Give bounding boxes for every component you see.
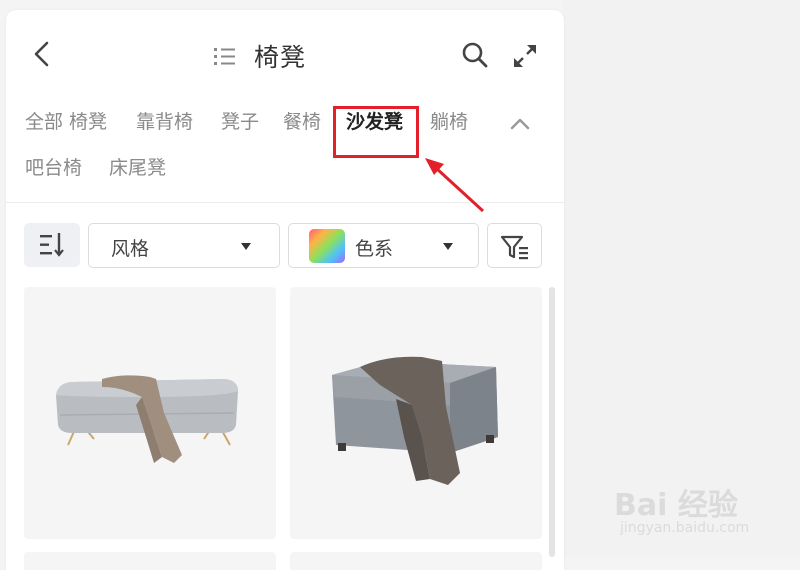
product-card-bench[interactable] (24, 287, 276, 539)
color-dropdown-label: 色系 (355, 238, 394, 260)
chevron-left-icon (34, 41, 49, 67)
caret-down-icon (443, 243, 453, 250)
product-card-row2-left[interactable] (24, 552, 276, 570)
color-dropdown[interactable]: 色系 (288, 223, 479, 268)
color-swatch-icon (309, 229, 345, 263)
title-group: 椅凳 (212, 40, 306, 72)
tab-lounge-chair[interactable]: 躺椅 (430, 108, 468, 136)
product-card-ottoman[interactable] (290, 287, 542, 539)
search-button[interactable] (460, 40, 490, 70)
category-panel: 椅凳 全部 椅凳 靠背椅 凳子 餐椅 沙发凳 躺椅 吧台椅 床尾凳 风格 色系 (6, 10, 564, 570)
style-dropdown-label: 风格 (111, 238, 150, 260)
category-tabs: 全部 椅凳 靠背椅 凳子 餐椅 沙发凳 躺椅 吧台椅 床尾凳 (6, 106, 564, 202)
product-card-row2-right[interactable] (290, 552, 542, 570)
list-icon (214, 48, 235, 65)
collapse-categories-button[interactable] (506, 110, 534, 138)
tab-all-chairs[interactable]: 全部 椅凳 (25, 108, 107, 136)
watermark: Bai 经验 jingyan.baidu.com (614, 472, 794, 542)
tab-dining-chair[interactable]: 餐椅 (283, 108, 321, 136)
style-dropdown[interactable]: 风格 (88, 223, 280, 268)
tab-bar-chair[interactable]: 吧台椅 (25, 154, 82, 182)
ottoman-product-image (332, 356, 498, 485)
watermark-url: jingyan.baidu.com (620, 520, 750, 536)
sort-icon (40, 233, 64, 257)
highlight-annotation (333, 106, 419, 158)
filter-button[interactable] (487, 223, 542, 268)
tab-bed-end-stool[interactable]: 床尾凳 (109, 154, 166, 182)
watermark-logo: Bai 经验 (614, 488, 738, 523)
expand-icon (514, 45, 536, 67)
tab-back-chair[interactable]: 靠背椅 (136, 108, 193, 136)
chevron-up-icon (510, 118, 530, 130)
search-icon (462, 42, 488, 68)
filter-icon (500, 235, 528, 260)
scrollbar[interactable] (549, 287, 555, 557)
back-button[interactable] (30, 38, 54, 70)
tab-stool[interactable]: 凳子 (221, 108, 259, 136)
caret-down-icon (241, 243, 251, 250)
bench-product-image (56, 375, 238, 463)
panel-header: 椅凳 (6, 10, 564, 100)
page-title: 椅凳 (254, 43, 307, 72)
expand-button[interactable] (511, 42, 539, 70)
divider (6, 202, 564, 203)
sort-button[interactable] (24, 223, 80, 267)
